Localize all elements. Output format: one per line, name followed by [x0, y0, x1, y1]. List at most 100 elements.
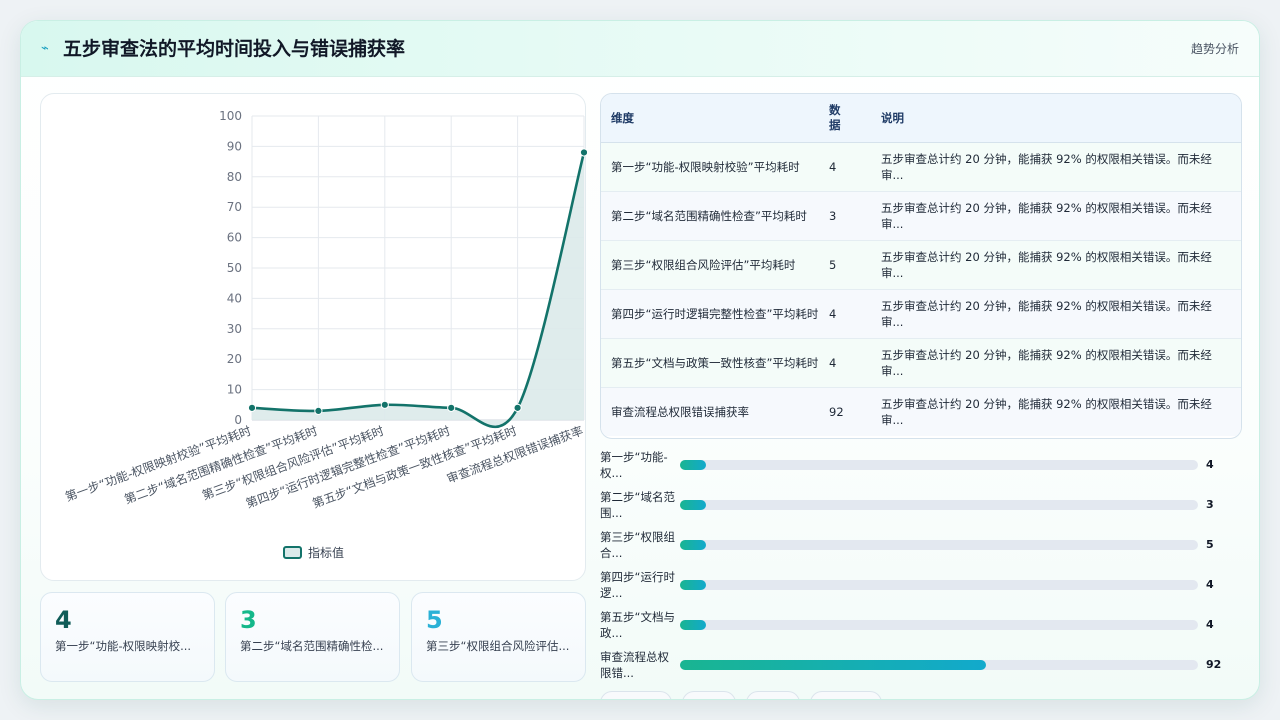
progress-row: 审查流程总权限错... 92	[600, 649, 1242, 685]
table-row: 第三步“权限组合风险评估”平均耗时 5 五步审查总计约 20 分钟，能捕获 92…	[601, 240, 1241, 290]
data-point	[447, 403, 456, 412]
progress-label: 第三步“权限组合...	[600, 530, 675, 560]
table-cell-value: 3	[829, 191, 871, 241]
kpi-label: 第二步“域名范围精确性检...	[240, 639, 384, 653]
trend-icon: ⌁	[41, 41, 49, 56]
progress-fill	[680, 540, 706, 550]
progress-value: 92	[1206, 658, 1222, 671]
line-chart-panel: 0 10 20 30 40 50 60 70 80 90 100 第一步“功能-权限映射校验”平均耗时…	[40, 93, 587, 581]
y-tick-label: 10	[227, 383, 242, 397]
table-row: 第二步“域名范围精确性检查”平均耗时 3 五步审查总计约 20 分钟，能捕获 9…	[601, 191, 1241, 241]
table-row: 审查流程总权限错误捕获率 92 五步审查总计约 20 分钟，能捕获 92% 的权…	[601, 387, 1241, 436]
progress-fill	[680, 620, 706, 630]
data-point	[314, 406, 323, 415]
progress-label: 第五步“文档与政...	[600, 610, 675, 640]
table-header-row: 维度 数据 说明	[601, 94, 1241, 143]
kpi-label: 第三步“权限组合风险评估...	[426, 639, 570, 653]
filter-chip[interactable]	[600, 691, 672, 699]
table-cell-description: 五步审查总计约 20 分钟，能捕获 92% 的权限相关错误。而未经审...	[871, 142, 1241, 192]
progress-row: 第一步“功能-权... 4	[600, 449, 1242, 485]
progress-row: 第二步“域名范围... 3	[600, 489, 1242, 525]
progress-fill	[680, 500, 706, 510]
progress-value: 5	[1206, 538, 1214, 551]
kpi-label: 第一步“功能-权限映射校...	[55, 639, 192, 653]
progress-fill	[680, 580, 706, 590]
progress-track	[680, 660, 1198, 670]
table-cell-dimension: 第一步“功能-权限映射校验”平均耗时	[601, 142, 829, 192]
page-title: 五步审查法的平均时间投入与错误捕获率	[63, 38, 406, 60]
kpi-card-step1: 4 第一步“功能-权限映射校...	[40, 592, 215, 682]
table-cell-dimension: 审查流程总权限错误捕获率	[601, 387, 829, 436]
card-header: ⌁ 五步审查法的平均时间投入与错误捕获率 趋势分析	[21, 21, 1259, 77]
table-cell-dimension: 第二步“域名范围精确性检查”平均耗时	[601, 191, 829, 241]
progress-label: 第四步“运行时逻...	[600, 570, 675, 600]
progress-value: 3	[1206, 498, 1214, 511]
table-row: 第五步“文档与政策一致性核查”平均耗时 4 五步审查总计约 20 分钟，能捕获 …	[601, 338, 1241, 388]
trend-analysis-link[interactable]: 趋势分析	[1191, 40, 1239, 58]
progress-row: 第三步“权限组合... 5	[600, 529, 1242, 565]
table-header-description: 说明	[871, 94, 1241, 143]
dashboard-card: ⌁ 五步审查法的平均时间投入与错误捕获率 趋势分析 0 10 20 30 40 50 60 7…	[20, 20, 1260, 700]
table-cell-value: 4	[829, 289, 871, 339]
legend-label: 指标值	[308, 545, 344, 560]
line-chart: 0102030405060708090100第一步“功能-权限映射校验”平均耗时…	[63, 109, 587, 560]
progress-label: 审查流程总权限错...	[600, 650, 669, 680]
progress-label: 第二步“域名范围...	[600, 490, 675, 520]
progress-row: 第五步“文档与政... 4	[600, 609, 1242, 645]
table-cell-value: 5	[829, 240, 871, 290]
legend-swatch	[283, 546, 302, 559]
table-cell-description: 五步审查总计约 20 分钟，能捕获 92% 的权限相关错误。而未经审...	[871, 191, 1241, 241]
table-cell-description: 五步审查总计约 20 分钟，能捕获 92% 的权限相关错误。而未经审...	[871, 240, 1241, 290]
data-point	[380, 400, 389, 409]
kpi-card-step3: 5 第三步“权限组合风险评估...	[411, 592, 586, 682]
progress-fill	[680, 660, 986, 670]
data-table-panel: 维度 数据 说明 第一步“功能-权限映射校验”平均耗时 4 五步审查总计约 20…	[600, 93, 1242, 439]
data-point	[579, 148, 587, 157]
y-tick-label: 20	[227, 352, 242, 366]
table-row: 第一步“功能-权限映射校验”平均耗时 4 五步审查总计约 20 分钟，能捕获 9…	[601, 142, 1241, 192]
table-cell-description: 五步审查总计约 20 分钟，能捕获 92% 的权限相关错误。而未经审...	[871, 338, 1241, 388]
table-cell-value: 92	[829, 387, 871, 436]
data-point	[513, 403, 522, 412]
progress-track	[680, 460, 1198, 470]
filter-chip-row	[600, 691, 1242, 699]
progress-value: 4	[1206, 618, 1214, 631]
kpi-card-step2: 3 第二步“域名范围精确性检...	[225, 592, 400, 682]
y-tick-label: 40	[227, 291, 242, 305]
table-header-data: 数据	[829, 94, 871, 143]
table-cell-value: 4	[829, 338, 871, 388]
table-cell-value: 4	[829, 142, 871, 192]
progress-track	[680, 500, 1198, 510]
kpi-value: 4	[55, 606, 72, 634]
series-area	[252, 152, 584, 427]
progress-fill	[680, 460, 706, 470]
table-cell-description: 五步审查总计约 20 分钟，能捕获 92% 的权限相关错误。而未经审...	[871, 289, 1241, 339]
progress-row: 第四步“运行时逻... 4	[600, 569, 1242, 605]
table-cell-dimension: 第三步“权限组合风险评估”平均耗时	[601, 240, 829, 290]
data-table: 维度 数据 说明 第一步“功能-权限映射校验”平均耗时 4 五步审查总计约 20…	[601, 94, 1241, 436]
table-cell-description: 五步审查总计约 20 分钟，能捕获 92% 的权限相关错误。而未经审...	[871, 387, 1241, 436]
progress-track	[680, 580, 1198, 590]
table-header-dimension: 维度	[601, 94, 829, 143]
progress-track	[680, 620, 1198, 630]
progress-value: 4	[1206, 578, 1214, 591]
table-cell-dimension: 第四步“运行时逻辑完整性检查”平均耗时	[601, 289, 829, 339]
y-tick-label: 100	[219, 109, 242, 123]
progress-track	[680, 540, 1198, 550]
y-tick-label: 50	[227, 261, 242, 275]
table-cell-dimension: 第五步“文档与政策一致性核查”平均耗时	[601, 338, 829, 388]
progress-value: 4	[1206, 458, 1214, 471]
progress-label: 第一步“功能-权...	[600, 450, 668, 480]
y-tick-label: 90	[227, 139, 242, 153]
filter-chip[interactable]	[746, 691, 800, 699]
y-tick-label: 60	[227, 231, 242, 245]
filter-chip[interactable]	[810, 691, 882, 699]
kpi-value: 3	[240, 606, 257, 634]
data-point	[247, 403, 257, 412]
table-row: 第四步“运行时逻辑完整性检查”平均耗时 4 五步审查总计约 20 分钟，能捕获 …	[601, 289, 1241, 339]
y-tick-label: 80	[227, 170, 242, 184]
y-tick-label: 0	[234, 413, 242, 427]
kpi-value: 5	[426, 606, 443, 634]
y-tick-label: 30	[227, 322, 242, 336]
filter-chip[interactable]	[682, 691, 736, 699]
